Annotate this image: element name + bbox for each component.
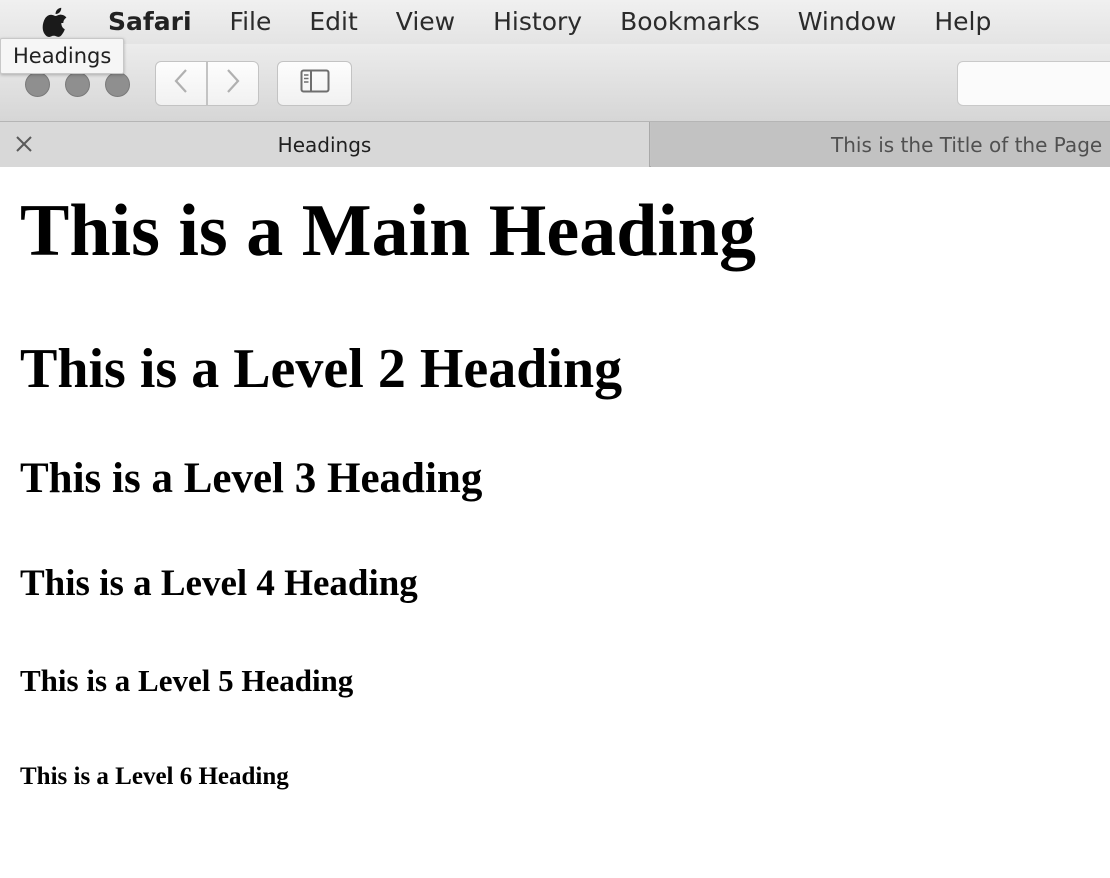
sidebar-button[interactable] [277, 61, 352, 106]
tab-page-title[interactable]: This is the Title of the Page [651, 122, 1110, 167]
close-tab-icon[interactable] [14, 134, 34, 154]
menu-bookmarks[interactable]: Bookmarks [620, 0, 760, 44]
menu-history[interactable]: History [493, 0, 582, 44]
menu-file[interactable]: File [230, 0, 272, 44]
tab-label: This is the Title of the Page [831, 132, 1103, 157]
tab-label: Headings [277, 132, 372, 157]
menu-bar: Safari File Edit View History Bookmarks … [0, 0, 1110, 44]
menu-window[interactable]: Window [798, 0, 897, 44]
chevron-left-icon [173, 68, 189, 99]
heading-level-6: This is a Level 6 Heading [20, 763, 289, 790]
heading-level-3: This is a Level 3 Heading [20, 455, 483, 502]
zoom-window-button[interactable] [105, 72, 130, 97]
close-window-button[interactable] [25, 72, 50, 97]
back-button[interactable] [155, 61, 207, 106]
heading-level-1: This is a Main Heading [20, 190, 757, 272]
tab-bar: Headings This is the Title of the Page [0, 122, 1110, 167]
tab-tooltip: Headings [0, 38, 125, 74]
menu-view[interactable]: View [396, 0, 455, 44]
address-bar[interactable] [957, 61, 1110, 106]
tab-headings[interactable]: Headings [0, 122, 650, 167]
heading-level-4: This is a Level 4 Heading [20, 563, 418, 604]
web-page-content: This is a Main Heading This is a Level 2… [0, 167, 1110, 878]
menu-edit[interactable]: Edit [309, 0, 357, 44]
menu-help[interactable]: Help [934, 0, 991, 44]
chevron-right-icon [225, 68, 241, 99]
heading-level-2: This is a Level 2 Heading [20, 338, 623, 400]
apple-icon[interactable] [40, 5, 70, 39]
forward-button[interactable] [207, 61, 259, 106]
sidebar-icon [300, 69, 330, 98]
heading-level-5: This is a Level 5 Heading [20, 663, 354, 698]
minimize-window-button[interactable] [65, 72, 90, 97]
window-toolbar [0, 44, 1110, 122]
